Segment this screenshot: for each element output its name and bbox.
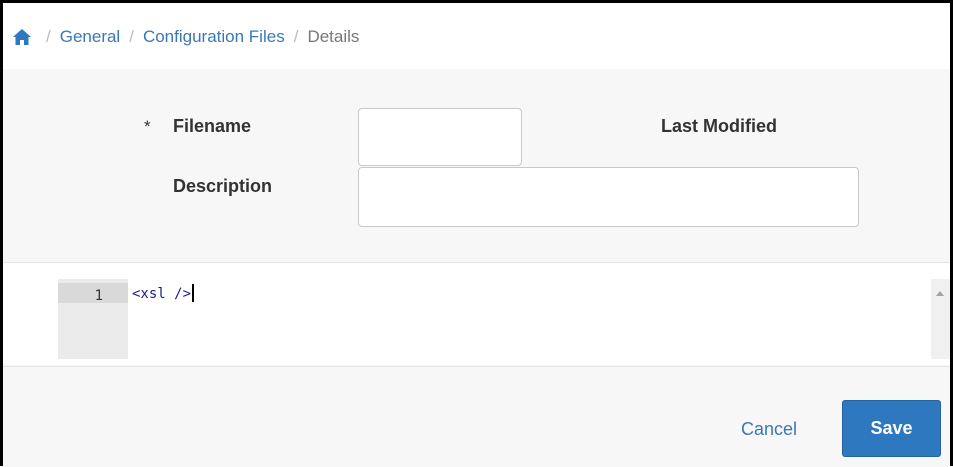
home-icon[interactable] — [13, 29, 31, 45]
cancel-button[interactable]: Cancel — [741, 419, 797, 440]
active-line-highlight: 1 — [58, 283, 128, 304]
breadcrumb-item-general[interactable]: General — [60, 27, 120, 47]
code-line[interactable]: <xsl /> — [132, 284, 195, 302]
breadcrumb-trail: / General / Configuration Files / Detail… — [13, 27, 359, 47]
breadcrumb-separator: / — [46, 27, 51, 46]
code-editor[interactable]: 1 <xsl /> — [3, 263, 950, 365]
scroll-up-arrow-icon[interactable] — [936, 291, 944, 296]
editor-gutter: 1 — [58, 279, 128, 359]
last-modified-label: Last Modified — [661, 116, 777, 136]
text-cursor — [192, 284, 195, 302]
form-footer: Cancel Save — [3, 366, 950, 467]
description-label: Description — [173, 176, 273, 196]
filename-label: Filename — [173, 116, 252, 136]
line-number: 1 — [94, 288, 103, 304]
editor-scrollbar[interactable] — [931, 279, 950, 359]
save-button[interactable]: Save — [842, 400, 941, 457]
code-line-text: <xsl /> — [132, 286, 192, 302]
breadcrumb-item-configuration-files[interactable]: Configuration Files — [143, 27, 285, 47]
filename-input[interactable] — [358, 108, 522, 166]
description-input[interactable] — [358, 167, 859, 227]
required-marker: * — [144, 117, 151, 136]
breadcrumb: / General / Configuration Files / Detail… — [3, 3, 950, 69]
breadcrumb-item-details: Details — [307, 27, 360, 46]
configuration-file-details-page: / General / Configuration Files / Detail… — [0, 0, 953, 467]
breadcrumb-separator: / — [129, 27, 134, 46]
breadcrumb-separator: / — [293, 27, 299, 46]
window-border-left — [0, 0, 3, 466]
details-form: * Filename Last Modified Description — [3, 69, 950, 263]
window-border-top — [0, 0, 953, 3]
